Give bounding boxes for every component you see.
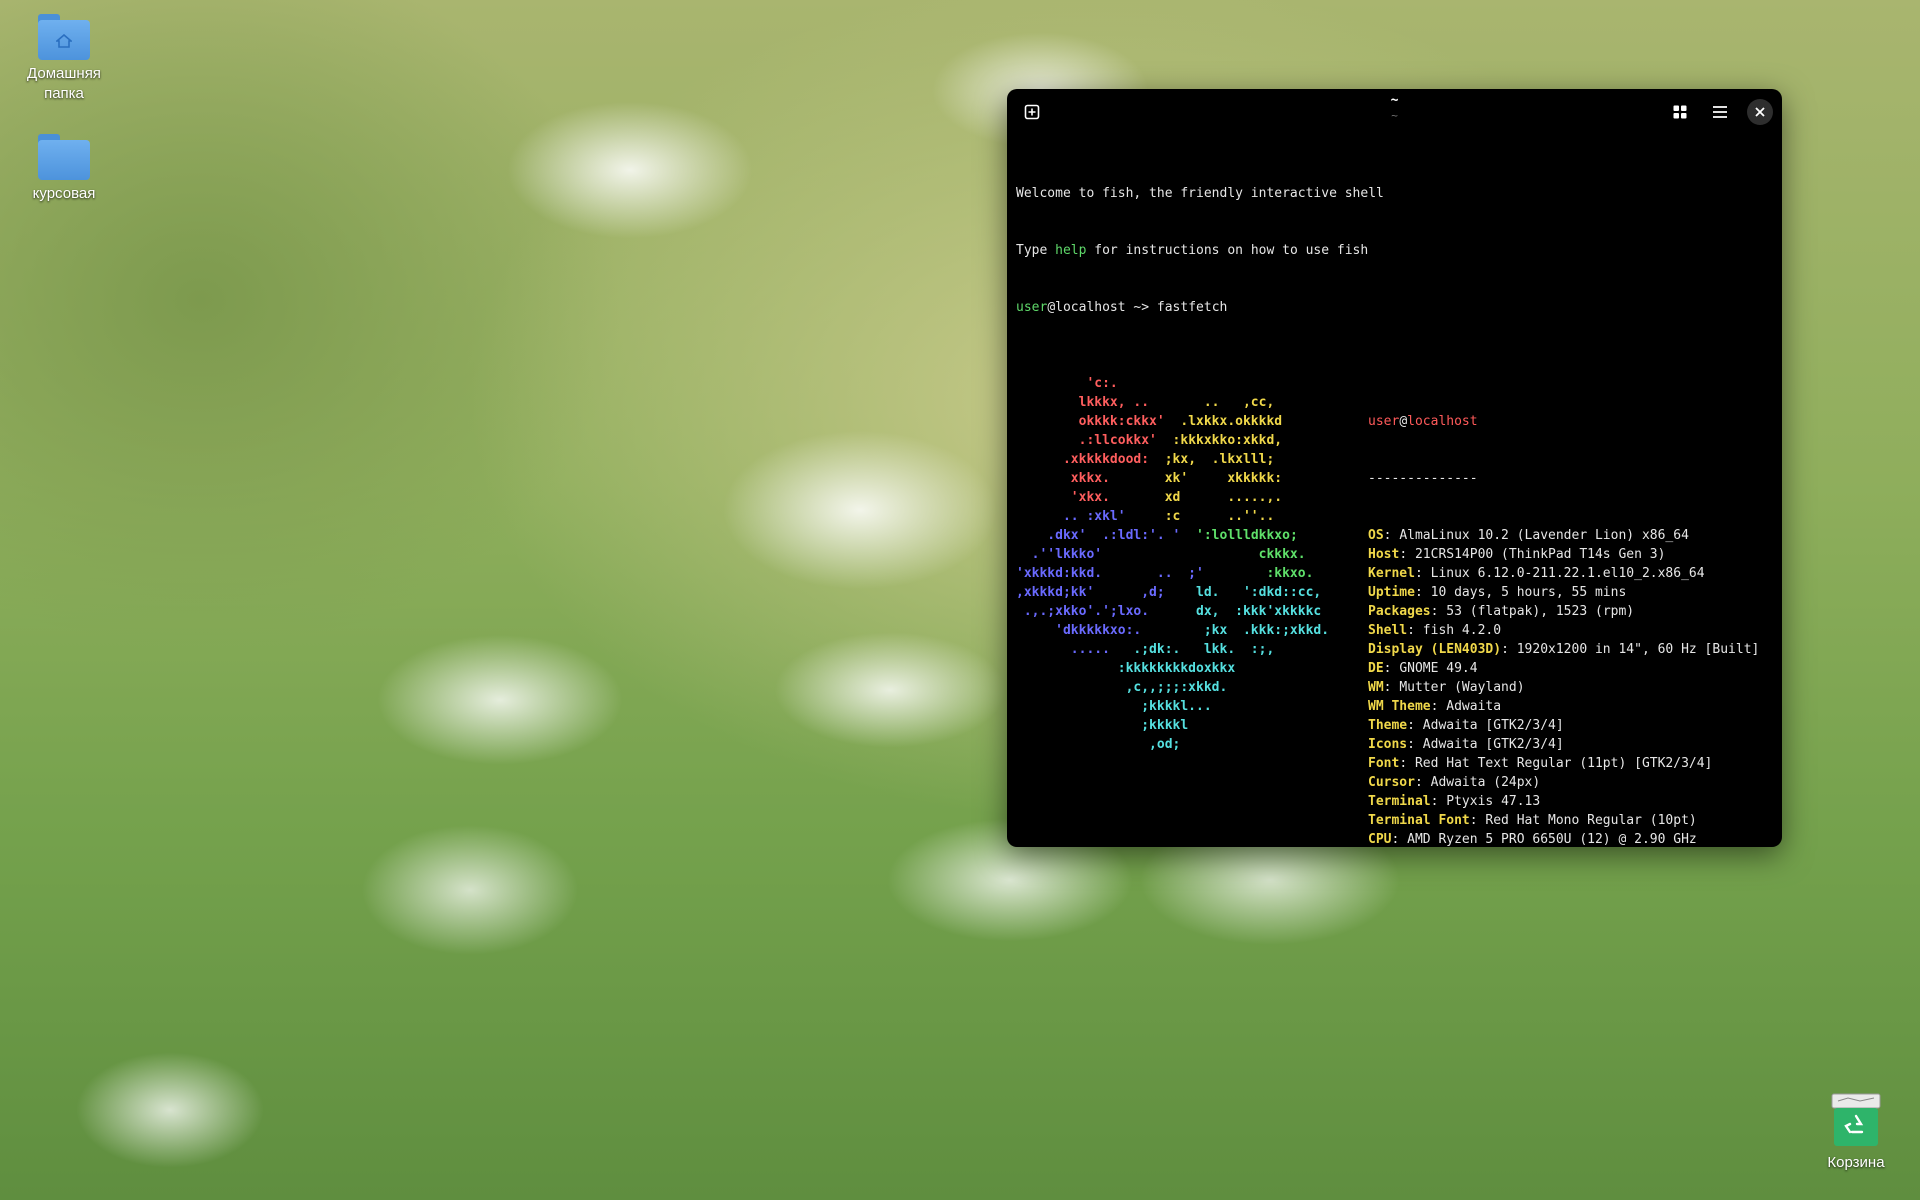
info-value: 53 (flatpak), 1523 (rpm) <box>1446 604 1635 619</box>
close-icon <box>1755 107 1765 117</box>
logo-line: 'xkx. xd .....,. <box>1016 490 1283 505</box>
info-row: DE: GNOME 49.4 <box>1368 661 1478 676</box>
help-keyword: help <box>1055 243 1087 258</box>
logo-line: okkkk:ckkx' .lxkkx.okkkkd <box>1016 414 1283 429</box>
info-row: Font: Red Hat Text Regular (11pt) [GTK2/… <box>1368 756 1713 771</box>
info-key: Display (LEN403D) <box>1368 642 1502 657</box>
info-key: WM <box>1368 680 1384 695</box>
info-row: WM Theme: Adwaita <box>1368 699 1502 714</box>
command-text: fastfetch <box>1156 300 1228 315</box>
logo-line: ,od; <box>1016 737 1181 752</box>
info-value: Adwaita <box>1446 699 1502 714</box>
welcome-line: Welcome to fish, the friendly interactiv… <box>1016 186 1384 201</box>
system-info: user@localhost -------------- OS: AlmaLi… <box>1368 374 1759 847</box>
info-row: Terminal Font: Red Hat Mono Regular (10p… <box>1368 813 1697 828</box>
logo-line: ;kkkkl <box>1016 718 1189 733</box>
info-row: WM: Mutter (Wayland) <box>1368 680 1525 695</box>
logo-line: 'xkkkd:kkd. .. ;' :kkxo. <box>1016 566 1314 581</box>
menu-button[interactable] <box>1707 99 1733 125</box>
info-value: GNOME 49.4 <box>1399 661 1478 676</box>
info-value: Mutter (Wayland) <box>1399 680 1525 695</box>
logo-line: lkkkx, .. .. ,cc, <box>1016 395 1275 410</box>
info-row: Kernel: Linux 6.12.0-211.22.1.el10_2.x86… <box>1368 566 1705 581</box>
info-row: Terminal: Ptyxis 47.13 <box>1368 794 1541 809</box>
folder-icon <box>38 134 90 180</box>
info-value: AlmaLinux 10.2 (Lavender Lion) x86_64 <box>1399 528 1689 543</box>
tab-overview-button[interactable] <box>1667 99 1693 125</box>
home-folder-icon <box>38 14 90 60</box>
info-key: Shell <box>1368 623 1408 638</box>
logo-line: ,xkkkd;kk' ,d; ld. ':dkd::cc, <box>1016 585 1322 600</box>
logo-line: .xkkkkdood: ;kx, .lkxlll; <box>1016 452 1275 467</box>
info-row: Icons: Adwaita [GTK2/3/4] <box>1368 737 1564 752</box>
logo-line: :kkkkkkkkdoxkkx <box>1016 661 1236 676</box>
info-key: Icons <box>1368 737 1408 752</box>
terminal-titlebar[interactable]: ~ ~ <box>1007 89 1782 135</box>
info-key: Terminal Font <box>1368 813 1470 828</box>
logo-line: .''lkkko' ckkkx. <box>1016 547 1306 562</box>
info-value: 10 days, 5 hours, 55 mins <box>1430 585 1627 600</box>
logo-line: .:llcokkx' :kkkxkko:xkkd, <box>1016 433 1283 448</box>
desktop-icon-label: курсовая <box>32 185 96 202</box>
close-button[interactable] <box>1747 99 1773 125</box>
info-row: Display (LEN403D): 1920x1200 in 14", 60 … <box>1368 642 1760 657</box>
info-separator: -------------- <box>1368 471 1478 486</box>
info-key: WM Theme <box>1368 699 1431 714</box>
info-key: Kernel <box>1368 566 1415 581</box>
info-row: OS: AlmaLinux 10.2 (Lavender Lion) x86_6… <box>1368 528 1689 543</box>
info-key: Font <box>1368 756 1400 771</box>
info-key: Packages <box>1368 604 1431 619</box>
desktop-icon-home[interactable]: Домашняя папка <box>9 14 119 104</box>
info-row: Packages: 53 (flatpak), 1523 (rpm) <box>1368 604 1635 619</box>
info-row: Shell: fish 4.2.0 <box>1368 623 1502 638</box>
info-row: Host: 21CRS14P00 (ThinkPad T14s Gen 3) <box>1368 547 1666 562</box>
info-key: Cursor <box>1368 775 1415 790</box>
info-value: Adwaita (24px) <box>1430 775 1541 790</box>
distro-logo-ascii: 'c:. lkkkx, .. .. ,cc, okkkk:ckkx' .lxkk… <box>1016 374 1329 754</box>
desktop-icon-kursovaya[interactable]: курсовая <box>9 134 119 204</box>
info-key: CPU <box>1368 832 1392 847</box>
info-value: fish 4.2.0 <box>1422 623 1502 638</box>
info-value: Adwaita [GTK2/3/4] <box>1422 737 1564 752</box>
logo-line: .. :xkl' :c ..''.. <box>1016 509 1275 524</box>
logo-line: ;kkkkl... <box>1016 699 1212 714</box>
logo-line: ,c,,;;;:xkkd. <box>1016 680 1228 695</box>
command-prompt: user@localhost ~> fastfetch <box>1016 300 1228 315</box>
info-header: user@localhost <box>1368 414 1478 429</box>
info-value: Linux 6.12.0-211.22.1.el10_2.x86_64 <box>1430 566 1705 581</box>
info-value: 1920x1200 in 14", 60 Hz [Built] <box>1516 642 1760 657</box>
info-value: Adwaita [GTK2/3/4] <box>1422 718 1564 733</box>
desktop-icon-label: Домашняя папка <box>27 65 101 102</box>
terminal-screen[interactable]: Welcome to fish, the friendly interactiv… <box>1016 146 1782 847</box>
trash-label: Корзина <box>1827 1154 1885 1171</box>
trash-icon[interactable] <box>1830 1090 1882 1148</box>
info-value: Red Hat Text Regular (11pt) [GTK2/3/4] <box>1414 756 1713 771</box>
info-row: Cursor: Adwaita (24px) <box>1368 775 1541 790</box>
info-value: AMD Ryzen 5 PRO 6650U (12) @ 2.90 GHz <box>1407 832 1697 847</box>
info-row: CPU: AMD Ryzen 5 PRO 6650U (12) @ 2.90 G… <box>1368 832 1697 847</box>
info-value: Ptyxis 47.13 <box>1446 794 1541 809</box>
info-value: 21CRS14P00 (ThinkPad T14s Gen 3) <box>1414 547 1666 562</box>
logo-line: xkkx. xk' xkkkkk: <box>1016 471 1283 486</box>
tab-overview-icon <box>1673 105 1687 119</box>
help-line: Type help for instructions on how to use… <box>1016 243 1369 258</box>
logo-line: 'dkkkkkxo:. ;kx .kkk:;xkkd. <box>1016 623 1330 638</box>
info-key: Theme <box>1368 718 1408 733</box>
info-key: Terminal <box>1368 794 1431 809</box>
logo-line: .dkx' .:ldl:'. ' ':lollldkkxo; <box>1016 528 1298 543</box>
info-key: Uptime <box>1368 585 1415 600</box>
window-subtitle: ~ <box>1391 109 1398 122</box>
menu-icon <box>1713 106 1727 118</box>
terminal-window[interactable]: ~ ~ Welcome to fish, the friendly intera… <box>1007 89 1782 847</box>
logo-line: ..... .;dk:. lkk. :;, <box>1016 642 1275 657</box>
info-key: OS <box>1368 528 1384 543</box>
info-row: Theme: Adwaita [GTK2/3/4] <box>1368 718 1564 733</box>
logo-line: 'c:. <box>1016 376 1118 391</box>
logo-line: .,.;xkko'.';lxo. dx, :kkk'xkkkkc <box>1016 604 1322 619</box>
info-value: Red Hat Mono Regular (10pt) <box>1485 813 1697 828</box>
info-key: DE <box>1368 661 1384 676</box>
info-row: Uptime: 10 days, 5 hours, 55 mins <box>1368 585 1627 600</box>
info-key: Host <box>1368 547 1400 562</box>
window-title: ~ <box>1390 93 1399 108</box>
